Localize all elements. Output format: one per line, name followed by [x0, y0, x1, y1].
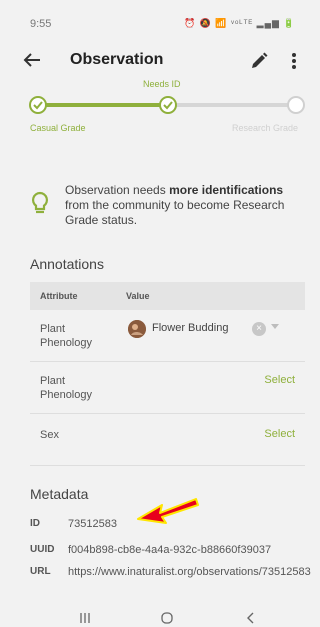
select-annotation-button[interactable]: Select: [264, 374, 295, 386]
annotation-row: Plant Phenology Flower Budding ×: [30, 310, 305, 362]
annotations-title: Annotations: [30, 256, 104, 272]
annotation-attribute: Plant Phenology: [40, 323, 92, 349]
annotation-attribute: Sex: [40, 429, 59, 441]
metadata-url-link[interactable]: https://www.inaturalist.org/observations…: [68, 565, 311, 579]
metadata-uuid-value: f004b898-cb8e-4a4a-932c-b88660f39037: [68, 544, 272, 556]
status-time: 9:55: [30, 18, 52, 30]
recents-icon[interactable]: [78, 611, 92, 625]
back-icon[interactable]: [244, 611, 258, 625]
metadata-id-key: ID: [30, 518, 40, 529]
attribute-column-header: Attribute: [40, 291, 78, 301]
annotations-table-header: Attribute Value: [30, 282, 305, 310]
notice-text: Observation needs more identifications f…: [65, 183, 285, 227]
select-annotation-button[interactable]: Select: [264, 428, 295, 440]
metadata-uuid-key: UUID: [30, 544, 55, 555]
metadata-url-key: URL: [30, 566, 51, 577]
identification-notice: Observation needs more identifications f…: [20, 172, 308, 234]
needs-id-step-icon: [159, 96, 177, 114]
arrow-left-icon[interactable]: [20, 48, 44, 72]
value-column-header: Value: [126, 291, 150, 301]
lightbulb-icon: [30, 190, 50, 216]
app-bar: Observation: [0, 40, 314, 80]
grade-progress-track: [29, 96, 305, 114]
research-grade-label: Research Grade: [232, 123, 299, 133]
chevron-down-icon[interactable]: [271, 324, 279, 329]
quality-grade-progress: Needs ID Casual Grade Research Grade: [0, 78, 314, 138]
clear-icon[interactable]: ×: [252, 322, 266, 336]
red-arrow-icon: [136, 493, 200, 529]
casual-grade-label: Casual Grade: [30, 123, 86, 133]
home-icon[interactable]: [160, 611, 174, 625]
annotation-attribute: Plant Phenology: [40, 375, 92, 401]
user-avatar: [128, 320, 146, 338]
annotation-row: Plant Phenology Select: [30, 362, 305, 414]
pencil-icon[interactable]: [248, 50, 270, 72]
research-grade-step-icon: [287, 96, 305, 114]
metadata-title: Metadata: [30, 486, 89, 502]
page-title: Observation: [70, 51, 164, 68]
status-icons: ⏰ 🔕 📶 ᵛᵒᴸᵀᴱ ▂▄▆ 🔋: [184, 18, 296, 28]
status-bar: 9:55 ⏰ 🔕 📶 ᵛᵒᴸᵀᴱ ▂▄▆ 🔋: [0, 0, 314, 36]
annotation-value: Flower Budding: [152, 322, 229, 334]
system-nav-bar: [0, 603, 314, 627]
casual-grade-step-icon: [29, 96, 47, 114]
annotation-row: Sex Select: [30, 414, 305, 466]
more-vertical-icon[interactable]: [286, 50, 302, 72]
